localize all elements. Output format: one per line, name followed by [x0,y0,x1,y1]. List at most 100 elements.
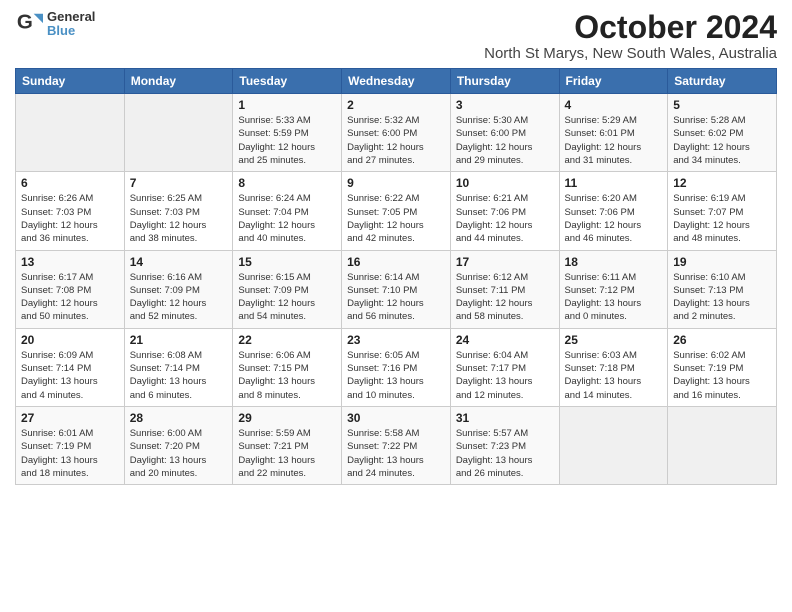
day-number: 2 [347,98,445,112]
calendar-cell: 16 Sunrise: 6:14 AM Sunset: 7:10 PM Dayli… [342,250,451,328]
day-number: 20 [21,333,119,347]
calendar-week-3: 13Sunrise: 6:17 AM Sunset: 7:08 PM Dayli… [16,250,777,328]
day-number: 8 [238,176,336,190]
day-number: 19 [673,255,771,269]
day-number: 11 [565,176,663,190]
weekday-header-row: SundayMondayTuesdayWednesdayThursdayFrid… [16,69,777,94]
calendar-cell: 1 Sunrise: 5:33 AM Sunset: 5:59 PM Daylig… [233,94,342,172]
location: North St Marys, New South Wales, Austral… [484,45,777,62]
day-info: Sunrise: 6:03 AM Sunset: 7:18 PM Dayligh… [565,349,663,402]
title-area: October 2024 North St Marys, New South W… [484,10,777,62]
day-info: Sunrise: 6:26 AM Sunset: 7:03 PM Dayligh… [21,192,119,245]
day-number: 5 [673,98,771,112]
calendar-cell: 13Sunrise: 6:17 AM Sunset: 7:08 PM Dayli… [16,250,125,328]
day-info: Sunrise: 6:14 AM Sunset: 7:10 PM Dayligh… [347,271,445,324]
weekday-header-friday: Friday [559,69,668,94]
calendar-cell: 4 Sunrise: 5:29 AM Sunset: 6:01 PM Daylig… [559,94,668,172]
calendar-cell: 28Sunrise: 6:00 AM Sunset: 7:20 PM Dayli… [124,406,233,484]
calendar-cell: 17 Sunrise: 6:12 AM Sunset: 7:11 PM Dayli… [450,250,559,328]
calendar-cell: 8Sunrise: 6:24 AM Sunset: 7:04 PM Daylig… [233,172,342,250]
logo: G General Blue [15,10,95,39]
day-number: 29 [238,411,336,425]
day-info: Sunrise: 6:09 AM Sunset: 7:14 PM Dayligh… [21,349,119,402]
calendar-week-4: 20 Sunrise: 6:09 AM Sunset: 7:14 PM Dayli… [16,328,777,406]
calendar-cell: 5Sunrise: 5:28 AM Sunset: 6:02 PM Daylig… [668,94,777,172]
calendar-cell: 19 Sunrise: 6:10 AM Sunset: 7:13 PM Dayli… [668,250,777,328]
day-info: Sunrise: 6:16 AM Sunset: 7:09 PM Dayligh… [130,271,228,324]
calendar-cell: 18Sunrise: 6:11 AM Sunset: 7:12 PM Dayli… [559,250,668,328]
calendar-cell: 25 Sunrise: 6:03 AM Sunset: 7:18 PM Dayli… [559,328,668,406]
day-info: Sunrise: 5:29 AM Sunset: 6:01 PM Dayligh… [565,114,663,167]
logo-line1: General [47,10,95,24]
day-number: 1 [238,98,336,112]
calendar-body: 1 Sunrise: 5:33 AM Sunset: 5:59 PM Daylig… [16,94,777,485]
weekday-header-wednesday: Wednesday [342,69,451,94]
weekday-header-tuesday: Tuesday [233,69,342,94]
calendar-cell: 31Sunrise: 5:57 AM Sunset: 7:23 PM Dayli… [450,406,559,484]
calendar-cell: 2 Sunrise: 5:32 AM Sunset: 6:00 PM Daylig… [342,94,451,172]
calendar-cell [559,406,668,484]
day-number: 7 [130,176,228,190]
logo-icon: G [15,10,43,38]
weekday-header-saturday: Saturday [668,69,777,94]
day-info: Sunrise: 6:12 AM Sunset: 7:11 PM Dayligh… [456,271,554,324]
calendar-cell: 15 Sunrise: 6:15 AM Sunset: 7:09 PM Dayli… [233,250,342,328]
calendar-cell: 29Sunrise: 5:59 AM Sunset: 7:21 PM Dayli… [233,406,342,484]
day-info: Sunrise: 6:15 AM Sunset: 7:09 PM Dayligh… [238,271,336,324]
calendar-cell [16,94,125,172]
day-info: Sunrise: 5:33 AM Sunset: 5:59 PM Dayligh… [238,114,336,167]
day-info: Sunrise: 5:32 AM Sunset: 6:00 PM Dayligh… [347,114,445,167]
calendar-week-2: 6 Sunrise: 6:26 AM Sunset: 7:03 PM Daylig… [16,172,777,250]
calendar-cell: 26Sunrise: 6:02 AM Sunset: 7:19 PM Dayli… [668,328,777,406]
day-info: Sunrise: 6:19 AM Sunset: 7:07 PM Dayligh… [673,192,771,245]
day-info: Sunrise: 6:02 AM Sunset: 7:19 PM Dayligh… [673,349,771,402]
day-info: Sunrise: 6:01 AM Sunset: 7:19 PM Dayligh… [21,427,119,480]
weekday-header-monday: Monday [124,69,233,94]
calendar-cell: 21 Sunrise: 6:08 AM Sunset: 7:14 PM Dayli… [124,328,233,406]
calendar-cell: 24 Sunrise: 6:04 AM Sunset: 7:17 PM Dayli… [450,328,559,406]
day-info: Sunrise: 6:04 AM Sunset: 7:17 PM Dayligh… [456,349,554,402]
day-number: 16 [347,255,445,269]
calendar-cell: 11Sunrise: 6:20 AM Sunset: 7:06 PM Dayli… [559,172,668,250]
day-number: 14 [130,255,228,269]
calendar-cell: 27 Sunrise: 6:01 AM Sunset: 7:19 PM Dayli… [16,406,125,484]
calendar-header: SundayMondayTuesdayWednesdayThursdayFrid… [16,69,777,94]
day-info: Sunrise: 6:17 AM Sunset: 7:08 PM Dayligh… [21,271,119,324]
day-info: Sunrise: 5:30 AM Sunset: 6:00 PM Dayligh… [456,114,554,167]
day-number: 24 [456,333,554,347]
day-info: Sunrise: 6:06 AM Sunset: 7:15 PM Dayligh… [238,349,336,402]
logo-line2: Blue [47,24,95,38]
day-info: Sunrise: 6:21 AM Sunset: 7:06 PM Dayligh… [456,192,554,245]
calendar: SundayMondayTuesdayWednesdayThursdayFrid… [15,68,777,485]
day-number: 27 [21,411,119,425]
calendar-cell: 6 Sunrise: 6:26 AM Sunset: 7:03 PM Daylig… [16,172,125,250]
month-title: October 2024 [484,10,777,45]
calendar-cell: 9Sunrise: 6:22 AM Sunset: 7:05 PM Daylig… [342,172,451,250]
day-info: Sunrise: 6:10 AM Sunset: 7:13 PM Dayligh… [673,271,771,324]
calendar-cell [668,406,777,484]
day-info: Sunrise: 6:05 AM Sunset: 7:16 PM Dayligh… [347,349,445,402]
day-number: 28 [130,411,228,425]
day-number: 25 [565,333,663,347]
day-number: 6 [21,176,119,190]
day-number: 12 [673,176,771,190]
calendar-cell: 22Sunrise: 6:06 AM Sunset: 7:15 PM Dayli… [233,328,342,406]
calendar-cell: 10Sunrise: 6:21 AM Sunset: 7:06 PM Dayli… [450,172,559,250]
calendar-cell: 3 Sunrise: 5:30 AM Sunset: 6:00 PM Daylig… [450,94,559,172]
calendar-cell: 7Sunrise: 6:25 AM Sunset: 7:03 PM Daylig… [124,172,233,250]
day-info: Sunrise: 6:08 AM Sunset: 7:14 PM Dayligh… [130,349,228,402]
day-number: 21 [130,333,228,347]
calendar-cell [124,94,233,172]
day-info: Sunrise: 5:57 AM Sunset: 7:23 PM Dayligh… [456,427,554,480]
calendar-week-1: 1 Sunrise: 5:33 AM Sunset: 5:59 PM Daylig… [16,94,777,172]
day-number: 15 [238,255,336,269]
day-number: 9 [347,176,445,190]
day-number: 17 [456,255,554,269]
day-number: 4 [565,98,663,112]
day-number: 3 [456,98,554,112]
calendar-cell: 23Sunrise: 6:05 AM Sunset: 7:16 PM Dayli… [342,328,451,406]
page-header: G General Blue October 2024 North St Mar… [15,10,777,62]
day-info: Sunrise: 5:58 AM Sunset: 7:22 PM Dayligh… [347,427,445,480]
day-number: 18 [565,255,663,269]
calendar-week-5: 27 Sunrise: 6:01 AM Sunset: 7:19 PM Dayli… [16,406,777,484]
